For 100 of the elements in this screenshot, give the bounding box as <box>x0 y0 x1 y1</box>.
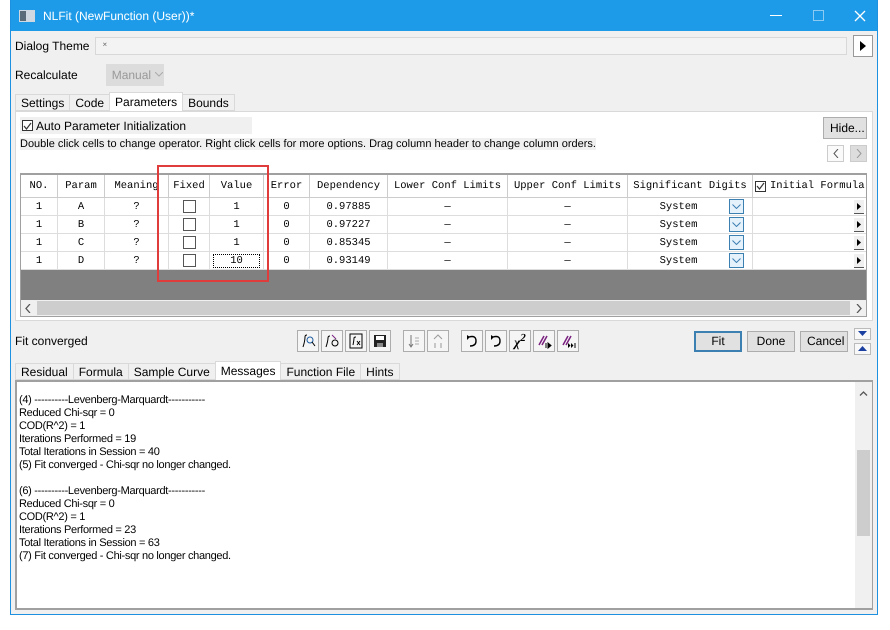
column-header[interactable]: Fixed <box>169 175 210 198</box>
step-button[interactable] <box>533 330 555 352</box>
tab[interactable]: Function File <box>280 363 362 380</box>
table-cell: 1 <box>21 198 58 216</box>
undo-button[interactable] <box>461 330 483 352</box>
dialog-theme-field[interactable]: × <box>95 37 847 55</box>
search-function-button[interactable] <box>297 330 319 352</box>
action-button[interactable]: Cancel <box>800 330 848 352</box>
tab[interactable]: Hints <box>360 363 400 380</box>
table-cell-text: System <box>658 200 698 212</box>
function-button[interactable] <box>321 330 343 352</box>
action-button[interactable]: Fit <box>694 330 742 352</box>
message-line: Reduced Chi-sqr = 0 <box>19 498 116 511</box>
table-cell: A <box>58 198 105 216</box>
action-button[interactable]: Done <box>747 330 795 352</box>
expand-button[interactable] <box>854 236 864 250</box>
table-cell: 0 <box>264 234 310 252</box>
message-line: (7) Fit converged - Chi-sqr no longer changed. <box>19 550 232 563</box>
expand-button[interactable] <box>853 35 873 57</box>
expand-button[interactable] <box>854 218 864 232</box>
function-file-button[interactable] <box>345 330 367 352</box>
expand-button[interactable] <box>854 342 871 354</box>
column-header[interactable]: Lower Conf Limits <box>388 175 508 198</box>
hide-button[interactable]: Hide... <box>823 117 867 139</box>
tab[interactable]: Messages <box>214 361 282 380</box>
step-icon <box>536 333 552 349</box>
tab[interactable]: Formula <box>72 363 129 380</box>
save-icon <box>372 333 388 349</box>
fast-forward-icon <box>560 333 576 349</box>
column-header[interactable]: Value <box>210 175 264 198</box>
sort-button[interactable] <box>403 330 425 352</box>
triangle-right-icon <box>860 41 866 51</box>
tab[interactable]: Code <box>69 94 110 111</box>
column-header[interactable]: Upper Conf Limits <box>508 175 628 198</box>
message-line: Reduced Chi-sqr = 0 <box>19 407 116 420</box>
triangle-right-icon <box>857 256 861 264</box>
message-line: Total Iterations in Session = 63 <box>19 537 161 550</box>
table-cell: ? <box>105 234 169 252</box>
fixed-checkbox[interactable] <box>182 254 196 267</box>
scrollbar-thumb[interactable] <box>857 450 870 536</box>
fixed-checkbox[interactable] <box>182 218 196 231</box>
message-line: Iterations Performed = 19 <box>19 433 137 446</box>
message-line: (6) ----------Levenberg-Marquardt----------- <box>19 485 206 498</box>
scrollbar-thumb[interactable] <box>37 301 850 315</box>
chevron-down-icon <box>732 204 741 209</box>
tab[interactable]: Settings <box>15 94 70 111</box>
dropdown-button[interactable] <box>729 217 744 232</box>
table-cell-text: System <box>658 254 698 266</box>
column-header[interactable]: NO. <box>21 175 58 198</box>
message-line: Total Iterations in Session = 40 <box>19 446 161 459</box>
column-checkbox[interactable] <box>755 180 766 192</box>
table-cell: 0.85345 <box>310 234 388 252</box>
chevron-down-icon <box>155 72 164 77</box>
close-icon <box>854 10 866 22</box>
table-cell: 0 <box>264 216 310 234</box>
tab[interactable]: Residual <box>15 363 74 380</box>
table-cell: 1 <box>21 216 58 234</box>
value-cell[interactable]: 1 <box>230 236 243 250</box>
save-button[interactable] <box>369 330 391 352</box>
undo-button[interactable] <box>485 330 507 352</box>
value-cell[interactable]: 1 <box>230 200 243 214</box>
table-cell: — <box>508 234 628 252</box>
column-header[interactable]: Initial Formula <box>770 180 865 192</box>
sort-button[interactable] <box>427 330 449 352</box>
message-line: COD(R^2) = 1 <box>19 511 86 524</box>
chevron-down-icon <box>732 222 741 227</box>
dropdown-button[interactable] <box>729 253 744 268</box>
auto-init-checkbox[interactable]: Auto Parameter Initialization <box>20 117 252 134</box>
fast-forward-button[interactable] <box>557 330 579 352</box>
column-header[interactable]: Dependency <box>310 175 388 198</box>
table-cell: B <box>58 216 105 234</box>
table-cell-text: System <box>658 218 698 230</box>
column-header[interactable]: Param <box>58 175 105 198</box>
chevron-down-icon <box>732 240 741 245</box>
message-line: (5) Fit converged - Chi-sqr no longer changed. <box>19 459 232 472</box>
collapse-button[interactable] <box>854 328 871 340</box>
dropdown-button[interactable] <box>729 199 744 214</box>
table-cell: 0 <box>264 198 310 216</box>
fixed-checkbox[interactable] <box>182 200 196 213</box>
table-cell: — <box>388 198 508 216</box>
triangle-down-icon <box>858 331 867 336</box>
message-line: COD(R^2) = 1 <box>19 420 86 433</box>
column-header[interactable]: Significant Digits <box>628 175 753 198</box>
fixed-checkbox[interactable] <box>182 236 196 249</box>
minimize-icon <box>770 14 782 16</box>
tab[interactable]: Bounds <box>182 94 235 111</box>
triangle-right-icon <box>857 202 861 210</box>
value-cell[interactable]: 1 <box>230 218 243 232</box>
column-header[interactable]: Error <box>264 175 310 198</box>
expand-button[interactable] <box>854 254 864 268</box>
expand-button[interactable] <box>854 200 864 214</box>
column-header[interactable]: Meaning <box>105 175 169 198</box>
chi-square-button[interactable]: χ$^{2}$ <box>509 330 531 352</box>
tab[interactable]: Parameters <box>109 92 184 111</box>
tab[interactable]: Sample Curve <box>128 363 216 380</box>
dropdown-button[interactable] <box>729 235 744 250</box>
previous-button[interactable] <box>827 145 844 162</box>
value-cell[interactable]: 10 <box>213 254 260 268</box>
check-icon <box>23 122 32 130</box>
app-icon <box>19 10 35 22</box>
